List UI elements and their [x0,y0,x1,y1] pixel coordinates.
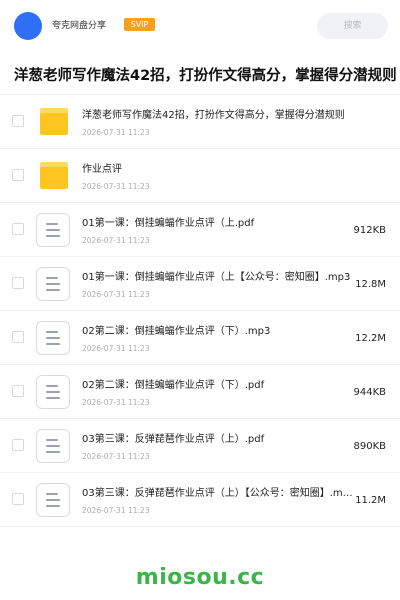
file-date: 2026-07-31 11:23 [82,236,150,245]
list-item[interactable]: 洋葱老师写作魔法42招，打扮作文得高分，掌握得分潜规则 2026-07-31 1… [0,95,400,149]
document-icon [36,321,70,355]
file-name: 洋葱老师写作魔法42招，打扮作文得高分，掌握得分潜规则 [82,110,345,121]
file-size: 12.2M [355,333,386,344]
checkbox[interactable] [12,439,24,451]
file-date: 2026-07-31 11:23 [82,344,150,353]
list-item[interactable]: 01第一课：倒挂蝙蝠作业点评（上.pdf 2026-07-31 11:23 91… [0,203,400,257]
file-date: 2026-07-31 11:23 [82,128,150,137]
list-item[interactable]: 作业点评 2026-07-31 11:23 [0,149,400,203]
file-size: 12.8M [355,279,386,290]
file-date: 2026-07-31 11:23 [82,506,150,515]
file-name: 02第二课：倒挂蝙蝠作业点评（下）.pdf [82,380,265,391]
header-bar: 夸克网盘分享 SVIP [0,0,400,54]
list-item[interactable]: 03第三课：反弹琵琶作业点评（上）【公众号：密知圈】.mp3 2026-07-3… [0,473,400,527]
list-item[interactable]: 02第二课：倒挂蝙蝠作业点评（下）.pdf 2026-07-31 11:23 9… [0,365,400,419]
checkbox[interactable] [12,331,24,343]
app-name: 夸克网盘分享 [52,21,107,31]
file-date: 2026-07-31 11:23 [82,290,150,299]
list-item[interactable]: 02第二课：倒挂蝙蝠作业点评（下）.mp3 2026-07-31 11:23 1… [0,311,400,365]
svip-badge: SVIP [124,18,155,31]
folder-icon [40,162,68,189]
file-list: 洋葱老师写作魔法42招，打扮作文得高分，掌握得分潜规则 2026-07-31 1… [0,95,400,527]
file-date: 2026-07-31 11:23 [82,452,150,461]
list-item[interactable]: 01第一课：倒挂蝙蝠作业点评（上【公众号：密知圈】.mp3 2026-07-31… [0,257,400,311]
checkbox[interactable] [12,385,24,397]
avatar[interactable] [14,12,42,40]
checkbox[interactable] [12,493,24,505]
file-name: 01第一课：倒挂蝙蝠作业点评（上.pdf [82,218,255,229]
list-item[interactable]: 03第三课：反弹琵琶作业点评（上）.pdf 2026-07-31 11:23 8… [0,419,400,473]
document-icon [36,429,70,463]
file-size: 912KB [353,225,386,236]
checkbox[interactable] [12,169,24,181]
document-icon [36,483,70,517]
file-size: 944KB [353,387,386,398]
page-title: 洋葱老师写作魔法42招，打扮作文得高分，掌握得分潜规则 [14,68,397,84]
file-name: 作业点评 [82,164,122,175]
folder-icon [40,108,68,135]
document-icon [36,213,70,247]
document-icon [36,375,70,409]
footer-brand: miosou.cc [135,565,265,590]
file-date: 2026-07-31 11:23 [82,398,150,407]
file-name: 03第三课：反弹琵琶作业点评（上）【公众号：密知圈】.mp3 [82,488,354,499]
checkbox[interactable] [12,277,24,289]
search-input[interactable] [317,13,388,39]
file-name: 03第三课：反弹琵琶作业点评（上）.pdf [82,434,265,445]
file-name: 01第一课：倒挂蝙蝠作业点评（上【公众号：密知圈】.mp3 [82,272,351,283]
checkbox[interactable] [12,115,24,127]
file-date: 2026-07-31 11:23 [82,182,150,191]
file-size: 11.2M [355,495,386,506]
checkbox[interactable] [12,223,24,235]
file-size: 890KB [353,441,386,452]
document-icon [36,267,70,301]
file-name: 02第二课：倒挂蝙蝠作业点评（下）.mp3 [82,326,271,337]
